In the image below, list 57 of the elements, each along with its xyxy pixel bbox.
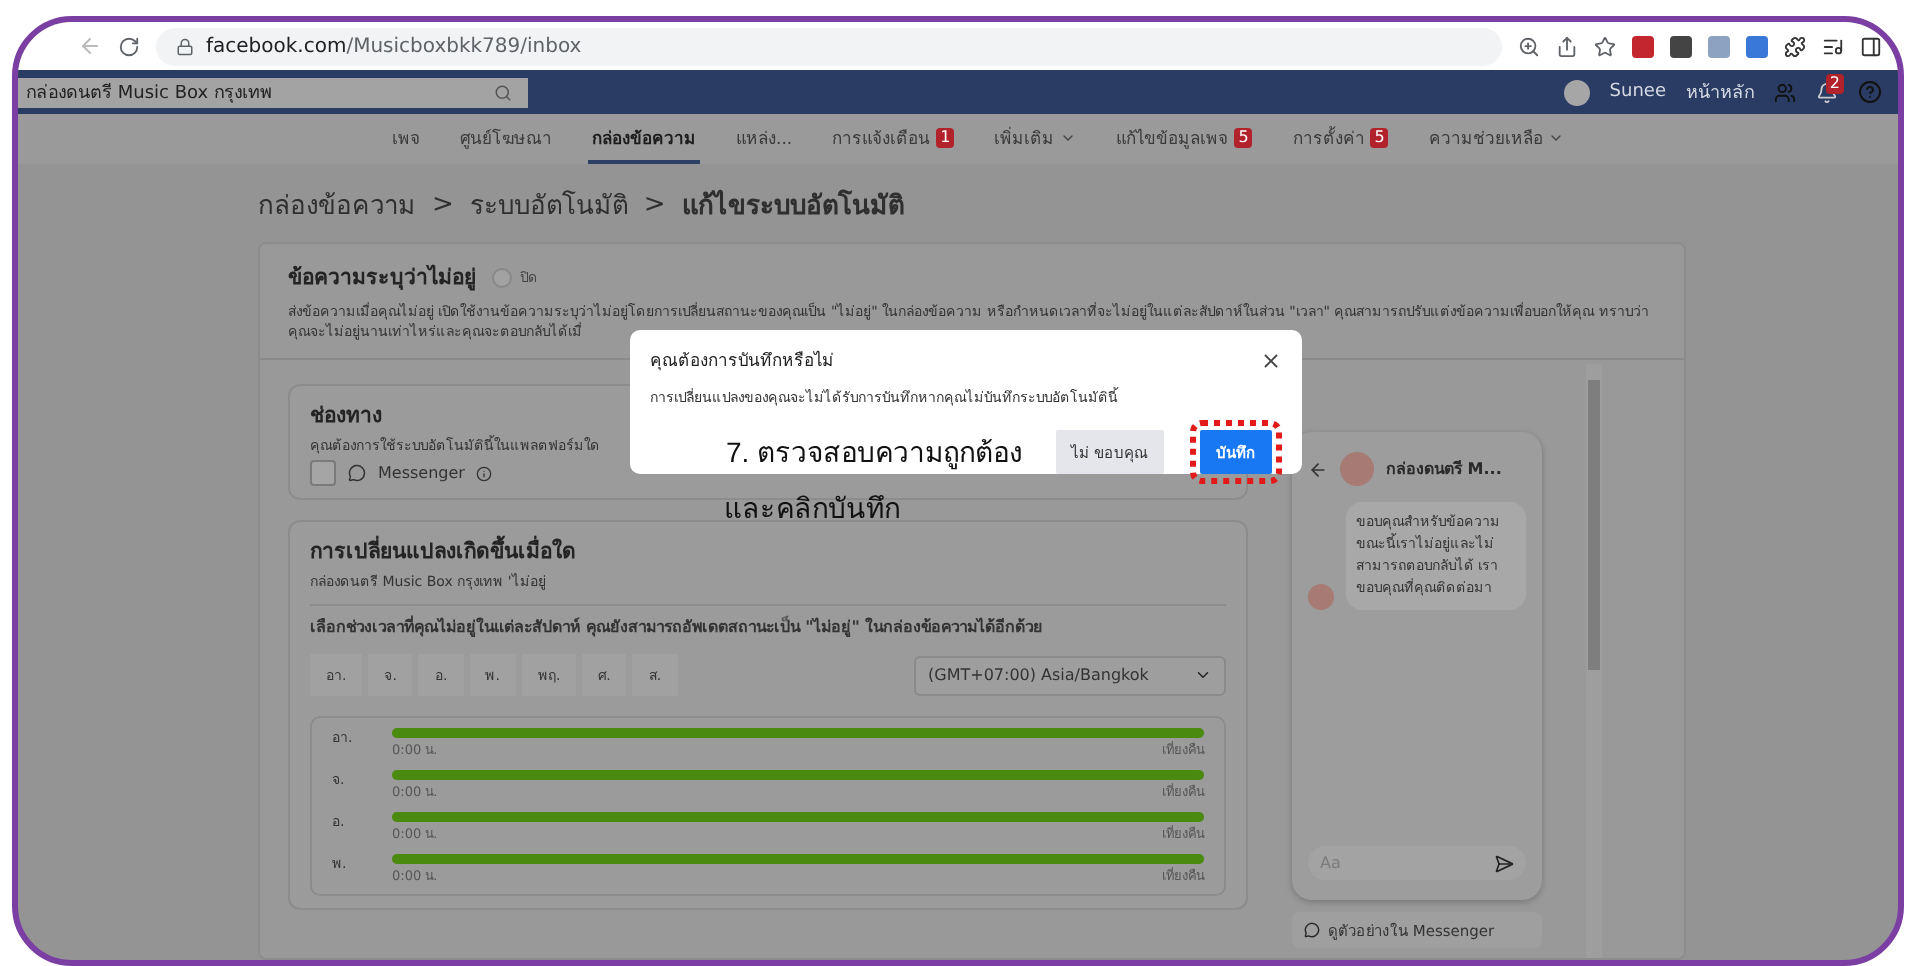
zoom-icon[interactable] [1518,35,1540,57]
search-icon [494,83,512,101]
page-name: กล่องดนตรี M... [1386,458,1502,482]
page-avatar [1340,452,1374,486]
playlist-icon[interactable] [1822,35,1844,57]
extension-icon[interactable] [1632,35,1654,57]
breadcrumb-link[interactable]: ระบบอัตโนมัติ [469,184,628,226]
dropdown-caret-icon [1194,666,1212,684]
home-link[interactable]: หน้าหลัก [1686,78,1754,106]
url-text: facebook.com/Musicboxbkk789/inbox [206,35,582,57]
extension-icon[interactable] [1670,35,1692,57]
section-title: ข้อความระบุว่าไม่อยู่ [288,262,476,294]
user-name[interactable]: Sunee [1609,82,1666,102]
checkbox[interactable] [310,460,336,486]
breadcrumb-link[interactable]: แก้ไขระบบอัตโนมัติ [681,184,904,226]
side-panel-icon[interactable] [1860,35,1882,57]
timezone-dropdown[interactable]: (GMT+07:00) Asia/Bangkok [914,655,1226,695]
extension-icon[interactable] [1746,35,1768,57]
messenger-icon [1304,922,1320,938]
search-field[interactable]: กล่องดนตรี Music Box กรุงเทพ [18,77,528,107]
nav-tab[interactable]: การตั้งค่า 5 [1288,114,1393,164]
back-arrow-icon [1308,459,1328,479]
notification-badge: 2 [1825,73,1844,93]
breadcrumb-separator: > [432,190,454,220]
scrollbar-thumb[interactable] [1588,380,1600,670]
nav-tab[interactable]: ความช่วยเหลือ [1424,114,1569,164]
count-badge: 5 [1370,127,1389,147]
nav-tab[interactable]: ศูนย์โฆษณา [456,114,556,164]
nav-tab[interactable]: การแจ้งเตือน 1 [828,114,959,164]
reload-icon[interactable] [118,35,140,57]
star-icon[interactable] [1594,35,1616,57]
annotation-text: และคลิกบันทึก [724,490,900,528]
puzzle-icon[interactable] [1784,35,1806,57]
nav-tab[interactable]: เพจ [388,114,424,164]
dialog-title: คุณต้องการบันทึกหรือไม่ [650,348,834,374]
breadcrumb-separator: > [643,190,666,220]
card-title: การเปลี่ยนแปลงเกิดขึ้นเมื่อใด [310,534,576,568]
messenger-icon [348,464,366,482]
info-icon [476,465,493,481]
nav-tab[interactable]: แหล่ง... [732,114,797,164]
breadcrumb-link[interactable]: กล่องข้อความ [258,184,416,226]
close-icon[interactable] [1260,349,1282,371]
card-title: ช่องทาง [310,402,382,432]
count-badge: 5 [1234,127,1253,147]
nav-tab[interactable]: กล่องข้อความ [588,114,700,164]
send-icon [1494,853,1514,873]
annotation-text: 7. ตรวจสอบความถูกต้อง [726,434,1024,474]
address-bar[interactable]: facebook.com/Musicboxbkk789/inbox [156,27,1502,65]
option-label: Messenger [378,464,465,482]
instruction-text: เลือกช่วงเวลาที่คุณไม่อยู่ในแต่ละสัปดาห์ คุณยังสามารถอัพเดตสถานะเป็น "ไม่อยู่" ในกล่องข้อความได้อีกด้วย [310,618,1044,638]
count-badge: 1 [936,127,955,147]
page-avatar [1308,584,1334,610]
nav-tab[interactable]: แก้ไขข้อมูลเพจ 5 [1112,114,1257,164]
lock-icon [176,37,194,55]
avatar[interactable] [1563,79,1590,105]
share-icon[interactable] [1556,35,1578,57]
nav-tab[interactable]: เพิ่มเติม [990,114,1081,164]
